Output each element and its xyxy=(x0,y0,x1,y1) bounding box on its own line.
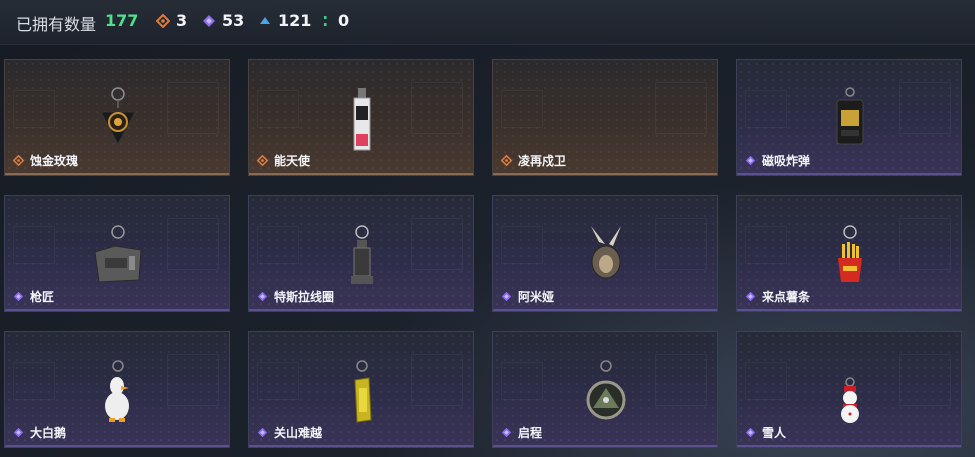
pendant-name: 磁吸炸弹 xyxy=(762,154,811,168)
orange-rarity-icon xyxy=(501,155,512,166)
pendant-name: 特斯拉线圈 xyxy=(274,290,335,304)
orange-stat: 3 xyxy=(156,11,187,30)
purple-rarity-icon xyxy=(13,427,24,438)
owned-count-label: 已拥有数量 xyxy=(16,15,97,34)
pendant-name: 能天使 xyxy=(274,154,311,168)
pendant-card[interactable]: 雪人 xyxy=(736,331,962,448)
green-rarity-icon xyxy=(324,15,327,26)
pendant-card[interactable]: 枪匠 xyxy=(4,195,230,312)
orange-rarity-icon xyxy=(13,155,24,166)
purple-rarity-icon xyxy=(745,427,756,438)
blue-stat-value: 121 xyxy=(278,11,312,30)
pendant-card[interactable]: 能天使 xyxy=(248,59,474,176)
purple-rarity-icon xyxy=(257,291,268,302)
tesla-coil-pendant-image xyxy=(351,225,373,284)
pendant-card[interactable]: 磁吸炸弹 xyxy=(736,59,962,176)
goose-pendant-image xyxy=(105,360,129,422)
gold-bar-pendant-image xyxy=(354,360,372,423)
pendant-name: 蚀金玫瑰 xyxy=(30,154,79,168)
purple-rarity-icon xyxy=(257,427,268,438)
pendant-name: 雪人 xyxy=(762,426,787,440)
pendant-card[interactable]: 启程 xyxy=(492,331,718,448)
gunsmith-pendant-image xyxy=(94,225,142,283)
pendant-name: 枪匠 xyxy=(30,290,55,304)
purple-rarity-icon xyxy=(203,14,215,27)
pendant-card[interactable]: 特斯拉线圈 xyxy=(248,195,474,312)
owned-count-value: 177 xyxy=(105,11,139,30)
snowman-pendant-image xyxy=(841,377,859,423)
blue-rarity-icon xyxy=(260,16,270,24)
rose-pendant-image xyxy=(100,87,136,146)
pendant-name: 阿米娅 xyxy=(518,290,555,304)
bomb-pendant-image xyxy=(836,87,864,145)
pendant-name: 大白鹅 xyxy=(30,426,67,440)
pendant-name: 来点薯条 xyxy=(762,290,811,304)
pendant-name: 关山难越 xyxy=(274,426,323,440)
pendant-card[interactable]: 凌再戍卫 xyxy=(492,59,718,176)
amiya-pendant-image xyxy=(591,226,621,279)
purple-rarity-icon xyxy=(501,427,512,438)
purple-rarity-icon xyxy=(501,291,512,302)
purple-stat-value: 53 xyxy=(222,11,245,30)
green-stat-value: 0 xyxy=(338,11,350,30)
purple-stat: 53 xyxy=(202,11,244,30)
orange-rarity-icon xyxy=(257,155,268,166)
orange-rarity-icon xyxy=(156,13,170,28)
collection-header: 已拥有数量 177 3 53 121 0 xyxy=(0,0,975,45)
green-stat: 0 xyxy=(318,11,349,30)
pendant-card[interactable]: 关山难越 xyxy=(248,331,474,448)
pendant-card[interactable]: 来点薯条 xyxy=(736,195,962,312)
blue-stat: 121 xyxy=(258,11,311,30)
pendant-name: 凌再戍卫 xyxy=(518,154,567,168)
orange-stat-value: 3 xyxy=(176,11,188,30)
pendant-card[interactable]: 阿米娅 xyxy=(492,195,718,312)
purple-rarity-icon xyxy=(13,291,24,302)
pendant-card[interactable]: 大白鹅 xyxy=(4,331,230,448)
pendant-name: 启程 xyxy=(518,426,543,440)
angel-pendant-image xyxy=(353,88,371,151)
purple-rarity-icon xyxy=(745,291,756,302)
journey-pendant-image xyxy=(586,360,626,420)
pendant-card[interactable]: 蚀金玫瑰 xyxy=(4,59,230,176)
purple-rarity-icon xyxy=(745,155,756,166)
fries-pendant-image xyxy=(838,225,862,282)
